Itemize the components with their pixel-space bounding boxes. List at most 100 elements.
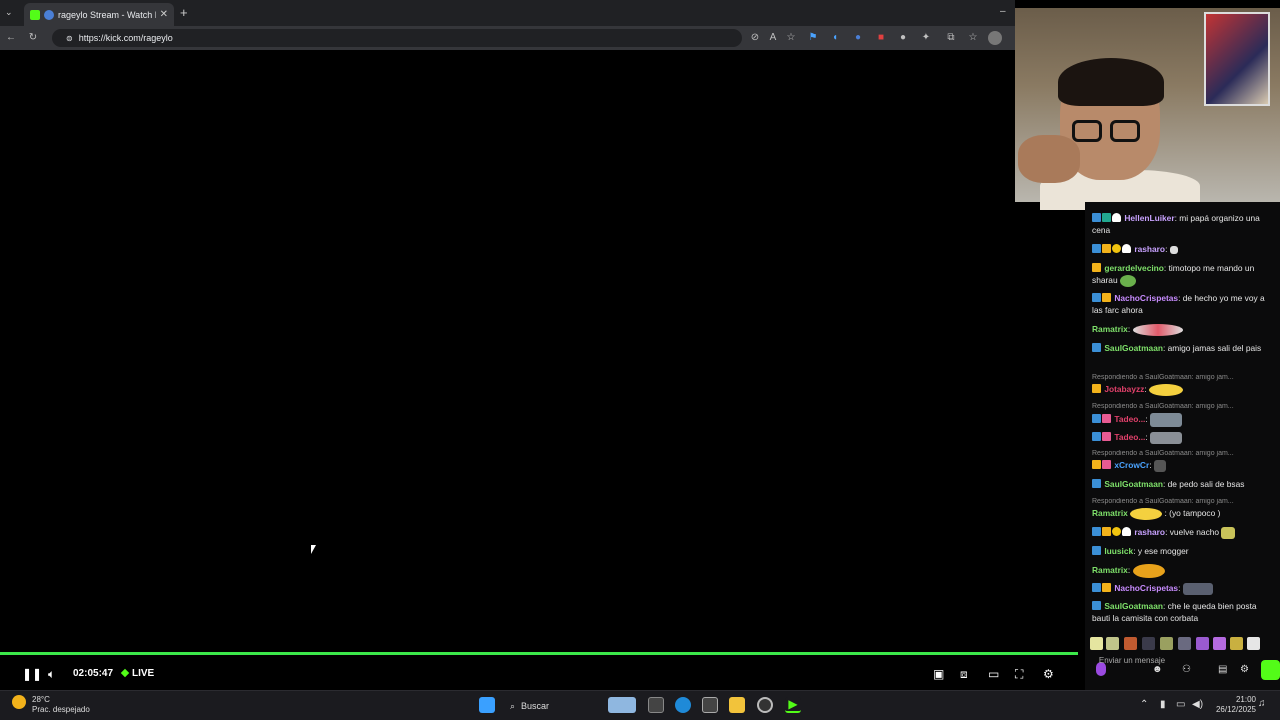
emote-bulb-icon[interactable] xyxy=(1090,637,1103,650)
chat-text: : y ese mogger xyxy=(1133,546,1189,556)
chat-username[interactable]: Tadeo... xyxy=(1114,432,1145,442)
chat-message: HellenLuiker: mi papá organizo una cena xyxy=(1092,213,1268,236)
store-icon[interactable] xyxy=(702,697,718,713)
sad-emote-icon xyxy=(1132,564,1165,578)
read-aloud-icon[interactable]: A xyxy=(766,31,780,45)
theater-mode-icon[interactable]: ▭ xyxy=(988,666,999,682)
volume-icon[interactable]: 🔈︎ xyxy=(48,666,55,682)
chat-message: Jotabayzz: xyxy=(1092,384,1268,396)
video-player[interactable] xyxy=(0,50,1078,656)
chat-message: SaulGoatmaan: de pedo sali de bsas xyxy=(1092,479,1268,491)
chat-username[interactable]: SaulGoatmaan xyxy=(1104,601,1163,611)
emote-box-icon[interactable] xyxy=(1124,637,1137,650)
new-tab-button[interactable]: + xyxy=(180,5,188,20)
live-badge: LIVE xyxy=(120,668,155,679)
emote-white-icon[interactable] xyxy=(1247,637,1260,650)
extension-misc-icon[interactable]: ● xyxy=(896,31,910,45)
emote-pic-icon[interactable] xyxy=(1160,637,1173,650)
chat-username[interactable]: xCrowCr xyxy=(1114,460,1149,470)
reply-context: Respondiendo a SaulGoatmaan: amigo jam..… xyxy=(1092,374,1234,381)
emote-gold-icon[interactable] xyxy=(1230,637,1243,650)
weather-widget[interactable]: 28°C Prac. despejado xyxy=(12,695,90,715)
chat-message: SaulGoatmaan: amigo jamas sali del pais xyxy=(1092,343,1268,355)
chat-username[interactable]: HellenLuiker xyxy=(1124,213,1174,223)
profile-avatar-icon[interactable] xyxy=(988,31,1002,45)
windows-taskbar xyxy=(0,690,1280,720)
url-text: https://kick.com/rageylo xyxy=(78,33,173,43)
settings-gear-icon[interactable]: ⚙ xyxy=(1043,666,1054,682)
widget-landscape-icon[interactable] xyxy=(608,697,636,713)
close-tab-icon[interactable]: ✕ xyxy=(160,9,168,20)
mini-player-icon[interactable]: ▣ xyxy=(933,666,944,682)
emote-cat-icon[interactable] xyxy=(1142,637,1155,650)
extension-adblock-icon[interactable]: ■ xyxy=(874,31,888,45)
kick-favicon-icon xyxy=(30,9,40,20)
emote-gem-icon[interactable] xyxy=(1213,637,1226,650)
extension-audio-icon[interactable]: ◖ xyxy=(828,31,842,45)
network-icon[interactable]: ▭ xyxy=(1176,699,1185,710)
system-clock[interactable]: 21:00 26/12/2025 xyxy=(1200,695,1256,715)
subscriber-badge-icon xyxy=(1092,583,1101,593)
mod-badge-icon xyxy=(1112,244,1121,253)
emoji-picker-icon[interactable]: ☻ xyxy=(1152,664,1163,675)
chat-message: NachoCrispetas: xyxy=(1092,583,1268,595)
chat-username[interactable]: Jotabayzz xyxy=(1104,384,1144,394)
favorites-icon[interactable]: ☆ xyxy=(966,31,980,45)
chat-username[interactable]: Ramatrix xyxy=(1092,324,1128,334)
elapsed-time: 02:05:47 xyxy=(73,668,114,679)
extensions-puzzle-icon[interactable]: ✦ xyxy=(919,31,933,45)
notification-bell-icon[interactable]: ♫ xyxy=(1258,698,1266,709)
live-label: LIVE xyxy=(132,668,155,679)
chat-settings-gear-icon[interactable]: ⚙ xyxy=(1240,664,1249,675)
reload-icon[interactable]: ↻ xyxy=(26,31,40,45)
minimize-button[interactable]: – xyxy=(1000,6,1006,17)
tray-chevron-icon[interactable]: ⌃ xyxy=(1140,699,1148,710)
edge-browser-icon[interactable] xyxy=(675,697,691,713)
figure-emote-icon xyxy=(1153,460,1166,472)
obs-icon[interactable] xyxy=(757,697,773,713)
split-screen-icon[interactable]: ⧉ xyxy=(944,31,958,45)
emote-purple-icon[interactable] xyxy=(1196,637,1209,650)
video-progress-bar[interactable] xyxy=(0,652,1078,655)
chat-username[interactable]: rasharo xyxy=(1134,244,1165,254)
kick-app-icon[interactable]: ▶ xyxy=(785,697,801,713)
file-explorer-icon[interactable] xyxy=(729,697,745,713)
task-view-icon[interactable] xyxy=(648,697,664,713)
chat-username[interactable]: NachoCrispetas xyxy=(1114,293,1178,303)
emote-ball-icon[interactable] xyxy=(1106,637,1119,650)
chat-username[interactable]: luusick xyxy=(1104,546,1133,556)
emote-figure-icon[interactable] xyxy=(1178,637,1191,650)
extension-translate-icon[interactable]: ⚑ xyxy=(806,31,820,45)
chat-username[interactable]: Ramatrix xyxy=(1092,508,1128,518)
extension-shield-icon[interactable]: ● xyxy=(851,31,865,45)
chat-username[interactable]: gerardelvecino xyxy=(1104,263,1164,273)
community-icon[interactable]: ⚇ xyxy=(1182,664,1191,675)
subscriber-badge-icon xyxy=(1092,432,1101,442)
browser-tab[interactable]: rageylo Stream - Watch Live o ✕ xyxy=(24,3,174,26)
gift-icon[interactable]: ▤ xyxy=(1218,664,1227,675)
send-button[interactable] xyxy=(1261,660,1280,680)
windows-start-icon[interactable] xyxy=(479,697,495,713)
pause-icon[interactable]: ❚❚ xyxy=(22,666,42,682)
chat-username[interactable]: rasharo xyxy=(1134,527,1165,537)
tab-list-button[interactable]: ⌄ xyxy=(5,7,13,18)
site-info-icon[interactable]: ⊜ xyxy=(66,34,73,43)
chat-username[interactable]: SaulGoatmaan xyxy=(1104,479,1163,489)
glasses-right-lens xyxy=(1110,120,1140,142)
chat-username[interactable]: NachoCrispetas xyxy=(1114,583,1178,593)
chat-message: Tadeo...: xyxy=(1092,432,1268,444)
yellow-emote-icon xyxy=(1130,508,1163,520)
chat-username[interactable]: SaulGoatmaan xyxy=(1104,343,1163,353)
microphone-tray-icon[interactable]: ▮ xyxy=(1160,699,1166,710)
fullscreen-icon[interactable]: ⛶ xyxy=(1015,666,1023,682)
chat-username[interactable]: Tadeo... xyxy=(1114,414,1145,424)
tracking-icon[interactable]: ⊘ xyxy=(748,31,762,45)
chat-text: : xyxy=(1145,432,1148,443)
address-bar[interactable]: ⊜ https://kick.com/rageylo xyxy=(52,29,742,47)
subscriber-badge-icon xyxy=(1092,244,1101,253)
back-icon[interactable]: ← xyxy=(4,31,18,45)
clip-icon[interactable]: ⧈ xyxy=(960,666,968,682)
feather-emote-icon xyxy=(1169,245,1178,254)
favorite-star-icon[interactable]: ☆ xyxy=(784,31,798,45)
chat-username[interactable]: Ramatrix xyxy=(1092,565,1128,575)
